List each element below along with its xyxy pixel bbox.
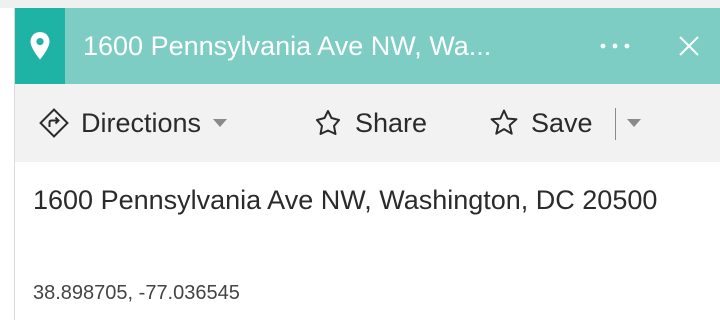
place-card-header: 1600 Pennsylvania Ave NW, Wa... [15, 8, 720, 84]
directions-button[interactable]: Directions [37, 84, 231, 162]
star-outline-icon [487, 106, 521, 140]
directions-turn-icon [37, 106, 71, 140]
close-icon [679, 36, 699, 56]
save-split-divider [615, 108, 616, 140]
save-options-dropdown[interactable] [619, 84, 649, 162]
share-button[interactable]: Share [311, 84, 427, 162]
place-title: 1600 Pennsylvania Ave NW, Wa... [83, 31, 492, 61]
save-button[interactable]: Save [487, 84, 593, 162]
more-ellipsis-icon [600, 43, 630, 49]
map-background[interactable] [0, 0, 720, 8]
place-toolbar: Directions Share Save [15, 84, 720, 162]
maps-place-window: 1600 Pennsylvania Ave NW, Wa... Directio… [0, 0, 720, 320]
location-pin-badge [15, 8, 65, 84]
close-button[interactable] [665, 22, 713, 70]
location-pin-icon [30, 32, 50, 60]
place-coordinates: 38.898705, -77.036545 [33, 282, 240, 304]
more-options-button[interactable] [591, 26, 639, 66]
place-card: 1600 Pennsylvania Ave NW, Wa... Directio… [14, 8, 720, 320]
save-label: Save [531, 107, 593, 138]
directions-label: Directions [81, 107, 202, 138]
share-label: Share [355, 107, 428, 138]
place-address: 1600 Pennsylvania Ave NW, Washington, DC… [33, 185, 658, 215]
chevron-down-icon [209, 113, 231, 133]
share-icon [311, 106, 345, 140]
chevron-down-icon [627, 119, 641, 127]
